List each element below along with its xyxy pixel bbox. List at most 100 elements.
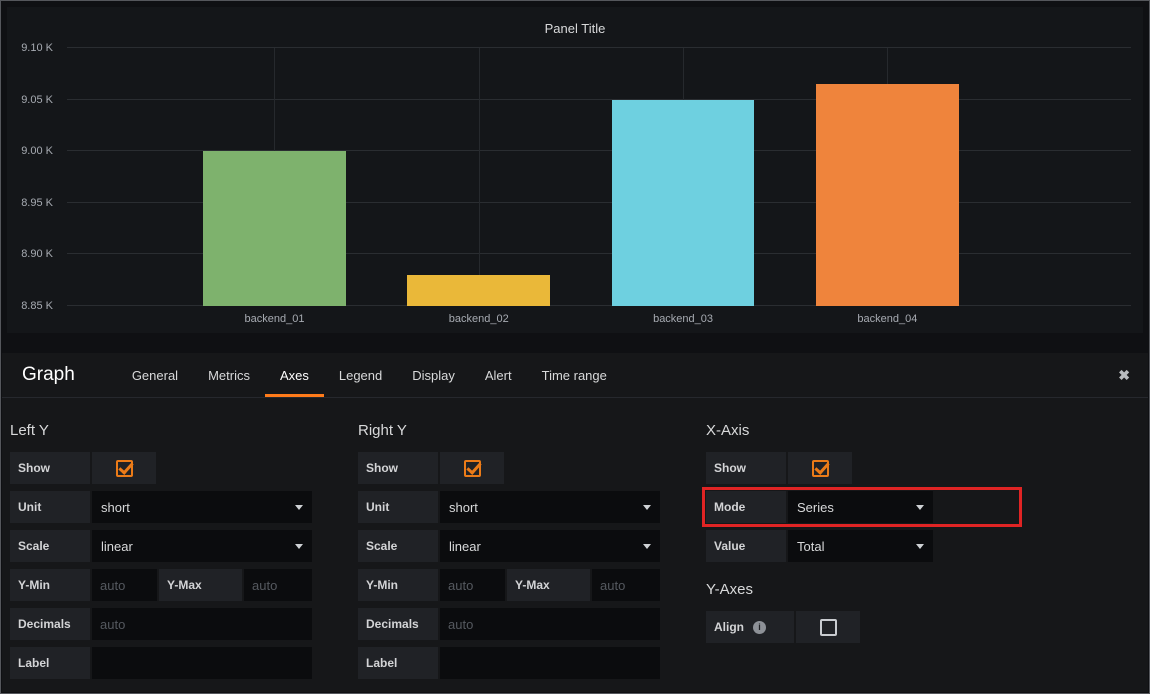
left-y-min-input[interactable] [92, 569, 157, 601]
x-axis-section: X-Axis Show Mode Series Value [706, 414, 1018, 686]
panel-editor: Graph General Metrics Axes Legend Displa… [2, 353, 1148, 692]
selected-value: linear [449, 539, 481, 554]
bar-backend_01[interactable] [203, 151, 346, 306]
y-tick-label: 8.90 K [21, 248, 53, 260]
tab-general[interactable]: General [117, 353, 193, 397]
tab-alert[interactable]: Alert [470, 353, 527, 397]
left-y-scale-row: Scale linear [10, 530, 312, 562]
x-axis-value-select[interactable]: Total [788, 530, 933, 562]
y-tick-label: 9.00 K [21, 145, 53, 157]
right-y-unit-select[interactable]: short [440, 491, 660, 523]
left-y-min-max-row: Y-Min Y-Max [10, 569, 312, 601]
x-axis-show-checkbox[interactable] [788, 452, 852, 484]
left-y-show-checkbox[interactable] [92, 452, 156, 484]
right-y-heading: Right Y [358, 422, 660, 439]
chevron-down-icon [643, 505, 651, 510]
y-tick-label: 8.95 K [21, 197, 53, 209]
right-y-decimals-row: Decimals [358, 608, 660, 640]
y-min-label: Y-Min [10, 569, 90, 601]
right-y-scale-select[interactable]: linear [440, 530, 660, 562]
left-y-label-input[interactable] [92, 647, 312, 679]
tab-time-range[interactable]: Time range [527, 353, 622, 397]
left-y-label-row: Label [10, 647, 312, 679]
checkbox-checked-icon [812, 460, 829, 477]
tab-axes[interactable]: Axes [265, 353, 324, 397]
x-tick-label: backend_01 [244, 313, 304, 325]
label-label: Label [10, 647, 90, 679]
tab-legend[interactable]: Legend [324, 353, 397, 397]
x-axis-mode-select[interactable]: Series [788, 491, 933, 523]
bar-backend_03[interactable] [612, 100, 755, 306]
panel-title: Panel Title [7, 7, 1143, 36]
y-axes-align-checkbox[interactable] [796, 611, 860, 643]
right-y-decimals-input[interactable] [440, 608, 660, 640]
bar-backend_04[interactable] [816, 84, 959, 306]
close-icon[interactable]: ✖ [1118, 367, 1130, 384]
x-axis-value-row: Value Total [706, 530, 1018, 562]
show-label: Show [10, 452, 90, 484]
align-label-text: Align [714, 620, 744, 634]
chevron-down-icon [916, 544, 924, 549]
y-tick-label: 9.10 K [21, 42, 53, 54]
right-y-min-max-row: Y-Min Y-Max [358, 569, 660, 601]
left-y-decimals-input[interactable] [92, 608, 312, 640]
x-axis-mode-row: Mode Series [706, 491, 1018, 523]
show-label: Show [358, 452, 438, 484]
tab-metrics[interactable]: Metrics [193, 353, 265, 397]
show-label: Show [706, 452, 786, 484]
selected-value: short [101, 500, 130, 515]
grafana-screen: Panel Title 9.10 K 9.05 K 9.00 K 8.95 K 8.90… [0, 0, 1150, 694]
editor-title: Graph [22, 364, 75, 386]
selected-value: linear [101, 539, 133, 554]
gridline-vertical [479, 48, 480, 306]
y-max-label: Y-Max [507, 569, 590, 601]
right-y-scale-row: Scale linear [358, 530, 660, 562]
right-y-max-input[interactable] [592, 569, 660, 601]
right-y-min-input[interactable] [440, 569, 505, 601]
y-min-label: Y-Min [358, 569, 438, 601]
left-y-show-row: Show [10, 452, 312, 484]
selected-value: short [449, 500, 478, 515]
right-y-section: Right Y Show Unit short Scale [358, 414, 660, 686]
bar-backend_02[interactable] [407, 275, 550, 306]
chevron-down-icon [916, 505, 924, 510]
scale-label: Scale [10, 530, 90, 562]
right-y-show-checkbox[interactable] [440, 452, 504, 484]
gridline-horizontal [67, 47, 1131, 48]
decimals-label: Decimals [358, 608, 438, 640]
chevron-down-icon [295, 544, 303, 549]
x-tick-label: backend_03 [653, 313, 713, 325]
value-label: Value [706, 530, 786, 562]
mode-label: Mode [706, 491, 786, 523]
y-max-label: Y-Max [159, 569, 242, 601]
chevron-down-icon [643, 544, 651, 549]
chevron-down-icon [295, 505, 303, 510]
info-icon: i [753, 621, 766, 634]
plot-area: backend_01backend_02backend_03backend_04 [67, 48, 1131, 306]
checkbox-unchecked-icon [820, 619, 837, 636]
left-y-heading: Left Y [10, 422, 312, 439]
selected-value: Series [797, 500, 834, 515]
right-y-label-input[interactable] [440, 647, 660, 679]
left-y-scale-select[interactable]: linear [92, 530, 312, 562]
align-label: Align i [706, 611, 794, 643]
selected-value: Total [797, 539, 824, 554]
editor-tabbar: Graph General Metrics Axes Legend Displa… [2, 353, 1148, 398]
right-y-unit-row: Unit short [358, 491, 660, 523]
tab-display[interactable]: Display [397, 353, 470, 397]
x-axis-labels: backend_01backend_02backend_03backend_04 [67, 306, 1131, 328]
decimals-label: Decimals [10, 608, 90, 640]
y-axes-heading: Y-Axes [706, 581, 1018, 598]
gridline-horizontal [67, 99, 1131, 100]
label-label: Label [358, 647, 438, 679]
left-y-decimals-row: Decimals [10, 608, 312, 640]
x-axis-show-row: Show [706, 452, 1018, 484]
y-axes-align-row: Align i [706, 611, 1018, 643]
y-tick-label: 9.05 K [21, 94, 53, 106]
left-y-max-input[interactable] [244, 569, 312, 601]
right-y-show-row: Show [358, 452, 660, 484]
unit-label: Unit [358, 491, 438, 523]
left-y-section: Left Y Show Unit short Scale [10, 414, 312, 686]
x-tick-label: backend_02 [449, 313, 509, 325]
left-y-unit-select[interactable]: short [92, 491, 312, 523]
